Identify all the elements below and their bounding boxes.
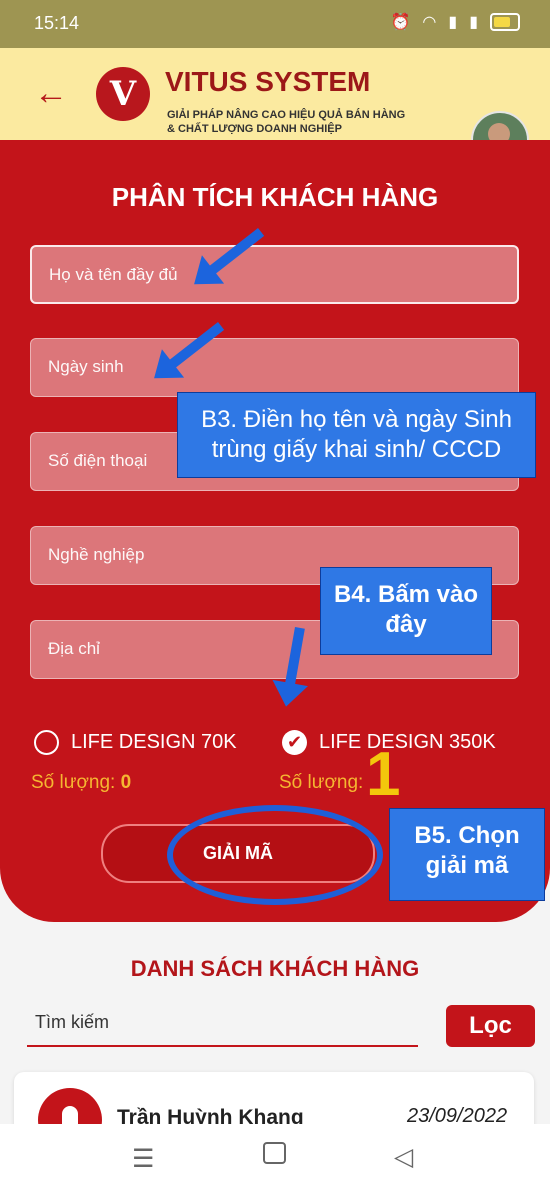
tagline-line-2: & CHẤT LƯỢNG DOANH NGHIỆP: [167, 123, 342, 135]
package-label-350k: LIFE DESIGN 350K: [319, 731, 496, 753]
address-placeholder: Địa chỉ: [48, 639, 100, 658]
status-time: 15:14: [34, 13, 80, 33]
quantity-label: Số lượng:: [31, 772, 116, 793]
status-bar: 15:14 ⏰ ◠ ▮ ▮: [0, 0, 550, 48]
back-arrow-icon[interactable]: ←: [34, 74, 68, 113]
package-option-70k[interactable]: LIFE DESIGN 70K: [34, 730, 237, 755]
package-label-70k: LIFE DESIGN 70K: [71, 731, 237, 753]
brand-name: VITUS SYSTEM: [165, 66, 371, 97]
full-name-field[interactable]: Họ và tên đầy đủ: [30, 245, 519, 304]
app-header: ← V VITUS SYSTEM GIẢI PHÁP NÂNG CAO HIỆU…: [0, 48, 550, 169]
alarm-icon: ⏰: [390, 14, 411, 31]
annotation-step-4: B4. Bấm vào đây: [320, 567, 492, 655]
job-placeholder: Nghề nghiệp: [48, 545, 145, 564]
quantity-label: Số lượng:: [279, 772, 364, 793]
battery-icon: [490, 13, 520, 31]
vitus-logo: V: [96, 67, 150, 121]
full-name-placeholder: Họ và tên đầy đủ: [49, 265, 178, 284]
birthdate-field[interactable]: Ngày sinh: [30, 338, 519, 397]
wifi-icon: ◠: [422, 14, 437, 31]
customer-list-title: DANH SÁCH KHÁCH HÀNG: [130, 956, 420, 981]
highlight-oval: [167, 805, 383, 905]
signal-icon: ▮: [448, 14, 458, 31]
signal-icon: ▮: [469, 14, 478, 31]
system-nav-bar: ☰ ◁: [0, 1124, 550, 1191]
search-input[interactable]: Tìm kiếm: [27, 1012, 418, 1047]
quantity-value-350k: 1: [366, 740, 401, 809]
annotation-step-3: B3. Điền họ tên và ngày Sinh trùng giấy …: [177, 392, 536, 478]
brand-tagline: GIẢI PHÁP NÂNG CAO HIỆU QUẢ BÁN HÀNG & C…: [167, 108, 405, 136]
filter-button[interactable]: Lọc: [446, 1005, 535, 1047]
check-icon[interactable]: ✔: [282, 730, 307, 755]
tagline-line-1: GIẢI PHÁP NÂNG CAO HIỆU QUẢ BÁN HÀNG: [167, 109, 406, 121]
status-icons: ⏰ ◠ ▮ ▮: [390, 12, 520, 32]
menu-icon[interactable]: ☰: [132, 1144, 154, 1174]
birthdate-placeholder: Ngày sinh: [48, 357, 124, 376]
quantity-350k: Số lượng:: [279, 772, 363, 794]
back-icon[interactable]: ◁: [394, 1142, 413, 1172]
annotation-step-5: B5. Chọn giải mã: [389, 808, 545, 901]
quantity-70k: Số lượng: 0: [31, 772, 131, 794]
phone-placeholder: Số điện thoại: [48, 451, 148, 470]
radio-unchecked-icon[interactable]: [34, 730, 59, 755]
home-icon[interactable]: [263, 1142, 286, 1164]
quantity-value-70k: 0: [120, 772, 132, 793]
form-title: PHÂN TÍCH KHÁCH HÀNG: [111, 182, 439, 212]
